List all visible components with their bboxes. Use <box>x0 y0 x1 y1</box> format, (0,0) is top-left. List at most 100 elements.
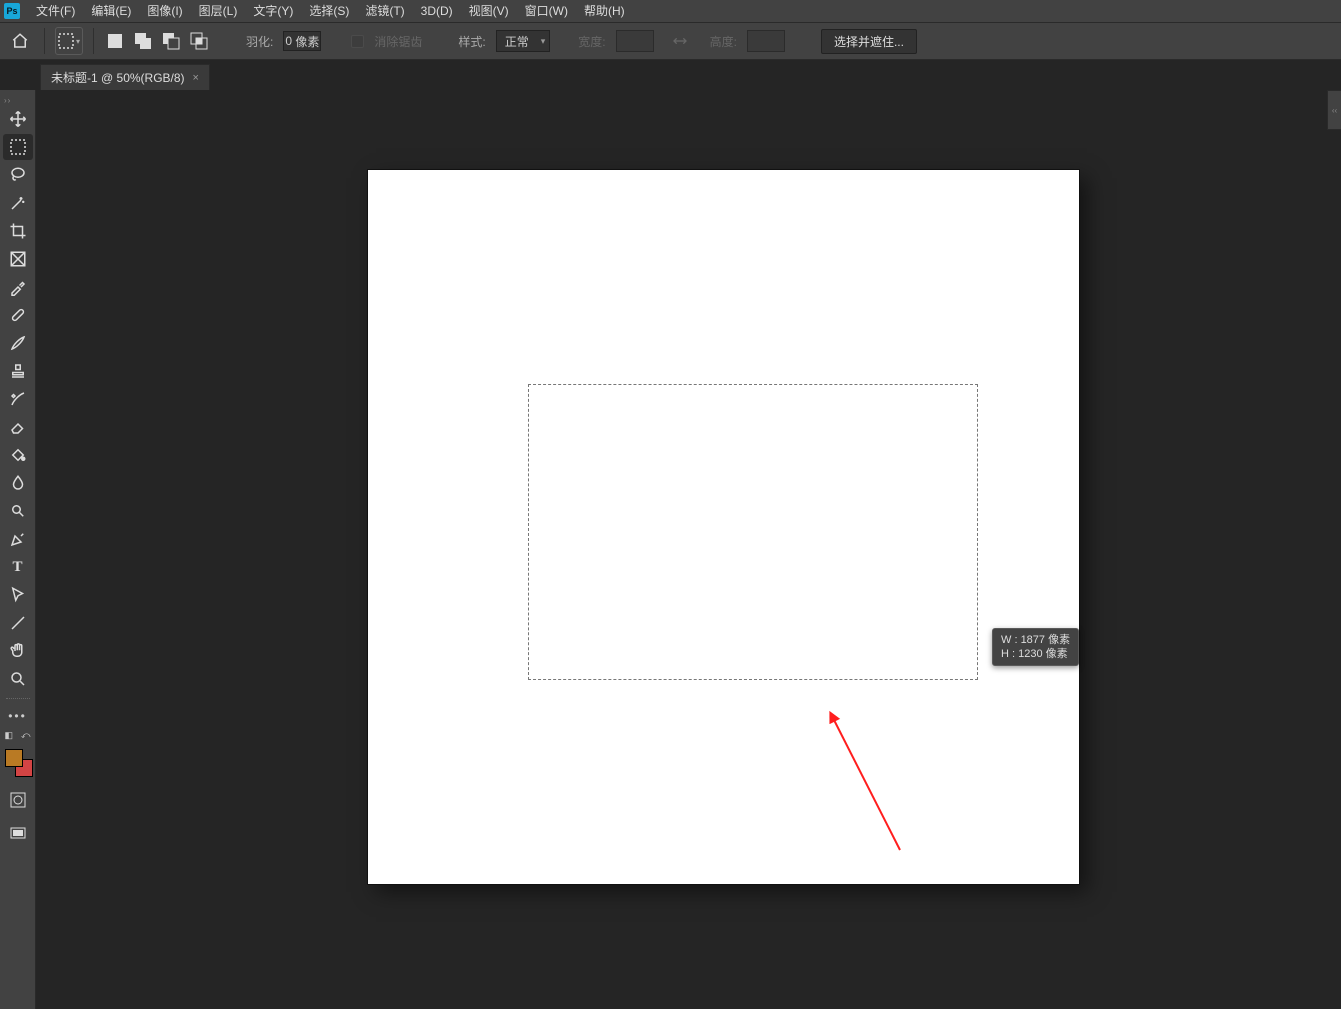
menu-3d[interactable]: 3D(D) <box>413 0 461 22</box>
chevron-down-icon: ▾ <box>76 37 80 46</box>
style-value: 正常 <box>505 33 529 50</box>
arrow-cursor-icon <box>9 586 27 604</box>
type-tool[interactable]: T <box>3 554 33 580</box>
selection-add-icon <box>134 32 152 50</box>
screenmode-icon <box>9 825 27 843</box>
height-label: 高度: <box>710 33 737 50</box>
magnifier-icon <box>9 670 27 688</box>
healing-brush-tool[interactable] <box>3 302 33 328</box>
magic-wand-tool[interactable] <box>3 190 33 216</box>
selection-dimensions-tooltip: W : 1877 像素 H : 1230 像素 <box>992 628 1079 666</box>
brush-tool[interactable] <box>3 330 33 356</box>
menu-bar: Ps 文件(F) 编辑(E) 图像(I) 图层(L) 文字(Y) 选择(S) 滤… <box>0 0 1341 22</box>
move-icon <box>9 110 27 128</box>
close-tab-button[interactable]: × <box>193 72 199 84</box>
gradient-tool[interactable] <box>3 442 33 468</box>
selection-new-button[interactable] <box>104 30 126 52</box>
separator <box>93 28 94 54</box>
document-tab-title: 未标题-1 @ 50%(RGB/8) <box>51 69 185 86</box>
line-tool[interactable] <box>3 610 33 636</box>
frame-icon <box>9 250 27 268</box>
drop-icon <box>9 474 27 492</box>
dodge-icon <box>9 502 27 520</box>
menu-file[interactable]: 文件(F) <box>28 0 83 22</box>
marquee-icon <box>58 33 74 49</box>
separator <box>44 28 45 54</box>
eyedropper-tool[interactable] <box>3 274 33 300</box>
style-select[interactable]: 正常 ▾ <box>496 30 551 52</box>
selection-subtract-icon <box>162 32 180 50</box>
dodge-tool[interactable] <box>3 498 33 524</box>
home-button[interactable] <box>6 27 34 55</box>
default-colors-icon[interactable]: ◧ <box>5 730 14 741</box>
selection-new-icon <box>106 32 124 50</box>
color-swatches[interactable] <box>3 747 33 777</box>
quick-mask-button[interactable] <box>3 787 33 813</box>
hand-tool[interactable] <box>3 638 33 664</box>
hand-icon <box>9 642 27 660</box>
lasso-tool[interactable] <box>3 162 33 188</box>
foreground-color[interactable] <box>5 749 23 767</box>
swap-wh-icon <box>672 33 688 49</box>
blur-tool[interactable] <box>3 470 33 496</box>
line-icon <box>9 614 27 632</box>
current-tool-indicator[interactable]: ▾ <box>55 27 83 55</box>
move-tool[interactable] <box>3 106 33 132</box>
swap-colors-icon[interactable]: ⤺ <box>21 730 31 741</box>
rectangular-marquee-tool[interactable] <box>3 134 33 160</box>
options-bar: ▾ 羽化: 0 像素 消除锯齿 样式: 正常 ▾ 宽度: 高度: 选择并遮住..… <box>0 22 1341 60</box>
select-and-mask-button[interactable]: 选择并遮住... <box>821 29 917 54</box>
menu-layer[interactable]: 图层(L) <box>191 0 246 22</box>
ellipsis-icon: ••• <box>8 709 27 723</box>
eraser-tool[interactable] <box>3 414 33 440</box>
path-selection-tool[interactable] <box>3 582 33 608</box>
menu-select[interactable]: 选择(S) <box>301 0 357 22</box>
feather-label: 羽化: <box>246 33 273 50</box>
height-input <box>747 30 785 52</box>
selection-marquee <box>528 384 978 680</box>
tools-panel: ›› T ••• ◧ ⤺ <box>0 90 36 1009</box>
edit-toolbar-button[interactable]: ••• <box>3 703 33 729</box>
menu-help[interactable]: 帮助(H) <box>576 0 633 22</box>
document-tabs: 未标题-1 @ 50%(RGB/8) × <box>0 60 1341 90</box>
width-input <box>616 30 654 52</box>
screen-mode-button[interactable] <box>3 821 33 847</box>
wand-icon <box>9 194 27 212</box>
right-panel-expand[interactable]: ‹‹ <box>1327 90 1341 130</box>
pen-icon <box>9 530 27 548</box>
history-brush-tool[interactable] <box>3 386 33 412</box>
frame-tool[interactable] <box>3 246 33 272</box>
zoom-tool[interactable] <box>3 666 33 692</box>
lasso-icon <box>9 166 27 184</box>
quickmask-icon <box>9 791 27 809</box>
pen-tool[interactable] <box>3 526 33 552</box>
selection-subtract-button[interactable] <box>160 30 182 52</box>
menu-window[interactable]: 窗口(W) <box>517 0 576 22</box>
crop-tool[interactable] <box>3 218 33 244</box>
app-logo-icon: Ps <box>4 3 20 19</box>
menu-type[interactable]: 文字(Y) <box>245 0 301 22</box>
menu-view[interactable]: 视图(V) <box>461 0 517 22</box>
menu-filter[interactable]: 滤镜(T) <box>357 0 412 22</box>
clone-stamp-tool[interactable] <box>3 358 33 384</box>
panel-handle[interactable]: ›› <box>0 94 35 106</box>
eraser-icon <box>9 418 27 436</box>
menu-image[interactable]: 图像(I) <box>139 0 190 22</box>
crop-icon <box>9 222 27 240</box>
menu-edit[interactable]: 编辑(E) <box>83 0 139 22</box>
selection-intersect-icon <box>190 32 208 50</box>
chevron-down-icon: ▾ <box>541 36 546 47</box>
bucket-icon <box>9 446 27 464</box>
width-label: 宽度: <box>578 33 605 50</box>
document-tab[interactable]: 未标题-1 @ 50%(RGB/8) × <box>40 64 210 90</box>
antialias-label: 消除锯齿 <box>374 33 422 50</box>
bandaid-icon <box>9 306 27 324</box>
home-icon <box>11 32 29 50</box>
brush-icon <box>9 334 27 352</box>
selection-intersect-button[interactable] <box>188 30 210 52</box>
feather-input[interactable]: 0 像素 <box>283 31 321 51</box>
history-brush-icon <box>9 390 27 408</box>
antialias-checkbox <box>351 35 364 48</box>
type-icon: T <box>12 559 22 576</box>
selection-add-button[interactable] <box>132 30 154 52</box>
